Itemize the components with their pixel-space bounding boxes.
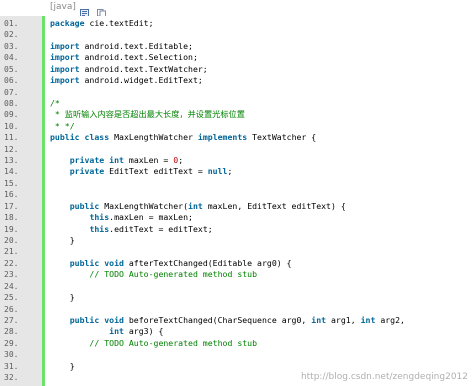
code-line: 26. bbox=[0, 304, 474, 315]
line-number: 21. bbox=[4, 247, 19, 257]
code-text: } bbox=[50, 235, 75, 246]
line-number: 20. bbox=[4, 236, 19, 246]
line-number: 17. bbox=[4, 201, 19, 211]
line-number: 15. bbox=[4, 178, 19, 188]
code-line: 03. import android.text.Editable; bbox=[0, 41, 474, 52]
code-line: 20. } bbox=[0, 235, 474, 246]
code-line: 05. import android.text.TextWatcher; bbox=[0, 64, 474, 75]
code-line: 19. this.editText = editText; bbox=[0, 224, 474, 235]
line-number: 19. bbox=[4, 224, 19, 234]
line-number: 22. bbox=[4, 258, 19, 268]
line-number: 26. bbox=[4, 304, 19, 314]
code-line: 11. public class MaxLengthWatcher impleme… bbox=[0, 132, 474, 143]
code-line: 30. bbox=[0, 349, 474, 360]
code-text: package cie.textEdit; bbox=[50, 18, 154, 28]
code-text: } bbox=[50, 360, 75, 371]
code-text: // TODO Auto-generated method stub bbox=[50, 337, 258, 348]
line-number: 09. bbox=[4, 110, 19, 120]
code-line: 07. bbox=[0, 87, 474, 98]
code-line: 24. bbox=[0, 281, 474, 292]
code-text: import android.widget.EditText; bbox=[50, 75, 203, 86]
code-line: 10. * */ bbox=[0, 121, 474, 132]
code-line: 06. import android.widget.EditText; bbox=[0, 75, 474, 86]
code-text: import android.text.Selection; bbox=[50, 52, 198, 63]
code-line: 31. } bbox=[0, 361, 474, 372]
line-number: 14. bbox=[4, 167, 19, 177]
line-number: 07. bbox=[4, 87, 19, 97]
code-line: 02. bbox=[0, 29, 474, 40]
code-text: this.maxLen = maxLen; bbox=[89, 212, 193, 223]
line-number: 27. bbox=[4, 315, 19, 325]
code-text: private EditText editText = null; bbox=[69, 166, 233, 177]
line-number: 10. bbox=[4, 121, 19, 131]
code-text: public void afterTextChanged(Editable ar… bbox=[69, 257, 292, 268]
code-line: 18. this.maxLen = maxLen; bbox=[0, 212, 474, 223]
code-line: 27. public void beforeTextChanged(CharSe… bbox=[0, 315, 474, 326]
code-line: 28. int arg3) { bbox=[0, 326, 474, 337]
code-line: 09. * 监听输入内容是否超出最大长度，并设置光标位置 bbox=[0, 109, 474, 120]
code-text: * */ bbox=[50, 120, 75, 131]
code-line: 14. private EditText editText = null; bbox=[0, 166, 474, 177]
line-number: 23. bbox=[4, 270, 19, 280]
code-lines: 01. package cie.textEdit; 02. 03. import and… bbox=[0, 18, 474, 384]
code-line: 01. package cie.textEdit; bbox=[0, 18, 474, 29]
code-line: 21. bbox=[0, 246, 474, 257]
view-source-icon[interactable] bbox=[80, 3, 89, 18]
line-number: 30. bbox=[4, 350, 19, 360]
code-line: 13. private int maxLen = 0; bbox=[0, 155, 474, 166]
line-number: 03. bbox=[4, 41, 19, 51]
line-number: 11. bbox=[4, 133, 19, 143]
code-line: 23. // TODO Auto-generated method stub bbox=[0, 269, 474, 280]
code-line: 12. bbox=[0, 144, 474, 155]
line-number: 08. bbox=[4, 98, 19, 108]
code-line: 04. import android.text.Selection; bbox=[0, 52, 474, 63]
line-number: 32. bbox=[4, 373, 19, 383]
code-text: int arg3) { bbox=[109, 326, 164, 337]
code-line: 16. bbox=[0, 189, 474, 200]
watermark: http://blog.csdn.net/zengdeqing2012 bbox=[300, 372, 468, 382]
code-text: /* bbox=[50, 97, 60, 108]
line-number: 29. bbox=[4, 338, 19, 348]
code-line: 17. public MaxLengthWatcher(int maxLen, … bbox=[0, 201, 474, 212]
code-text: import android.text.TextWatcher; bbox=[50, 63, 208, 74]
line-number: 01. bbox=[4, 19, 19, 28]
line-number: 31. bbox=[4, 361, 19, 371]
code-text: public class MaxLengthWatcher implements… bbox=[50, 132, 317, 143]
line-number: 18. bbox=[4, 213, 19, 223]
code-line: 15. bbox=[0, 178, 474, 189]
line-number: 06. bbox=[4, 76, 19, 86]
code-line: 08. /* bbox=[0, 98, 474, 109]
code-text: import android.text.Editable; bbox=[50, 40, 193, 51]
code-text: // TODO Auto-generated method stub bbox=[50, 269, 258, 280]
line-number: 13. bbox=[4, 156, 19, 166]
code-text: this.editText = editText; bbox=[89, 223, 213, 234]
code-line: 22. public void afterTextChanged(Editabl… bbox=[0, 258, 474, 269]
code-text: public void beforeTextChanged(CharSequen… bbox=[69, 314, 405, 325]
line-number: 16. bbox=[4, 190, 19, 200]
code-toolbar: [java] bbox=[0, 0, 474, 18]
line-number: 28. bbox=[4, 327, 19, 337]
language-label: [java] bbox=[50, 2, 76, 12]
code-text: public MaxLengthWatcher(int maxLen, Edit… bbox=[69, 200, 346, 211]
line-number: 24. bbox=[4, 281, 19, 291]
line-number: 05. bbox=[4, 64, 19, 74]
line-number: 02. bbox=[4, 30, 19, 40]
line-number: 04. bbox=[4, 53, 19, 63]
code-line: 29. // TODO Auto-generated method stub bbox=[0, 338, 474, 349]
code-line: 25. } bbox=[0, 292, 474, 303]
copy-icon[interactable] bbox=[97, 3, 106, 18]
code-text: private int maxLen = 0; bbox=[69, 155, 184, 166]
line-number: 25. bbox=[4, 293, 19, 303]
line-number: 12. bbox=[4, 144, 19, 154]
code-text: * 监听输入内容是否超出最大长度，并设置光标位置 bbox=[50, 109, 245, 120]
code-text: } bbox=[50, 292, 75, 303]
